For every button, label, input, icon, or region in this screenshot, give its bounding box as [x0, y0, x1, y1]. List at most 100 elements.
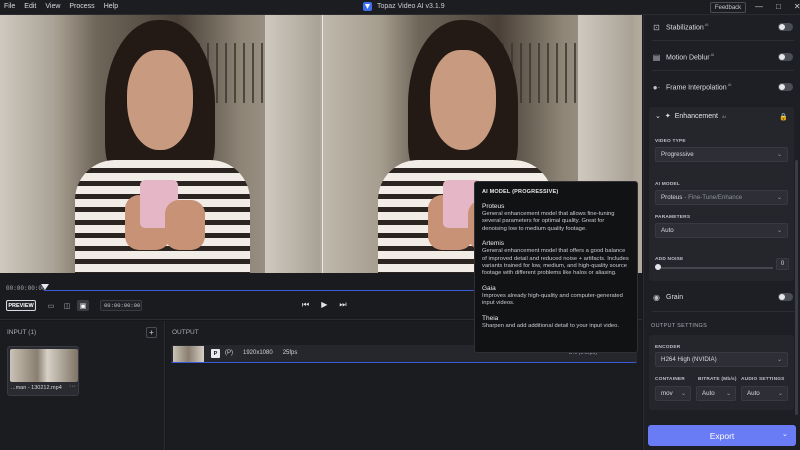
tooltip-item-theia: Theia Sharpen and add additional detail … — [482, 315, 630, 330]
topaz-logo-icon — [363, 2, 372, 11]
video-type-label: VIDEO TYPE — [655, 139, 686, 144]
tooltip-item-name: Artemis — [482, 240, 505, 248]
grain-row[interactable]: ◉ Grain — [652, 289, 794, 305]
title-bar: File Edit View Process Help Topaz Video … — [0, 0, 800, 15]
container-select[interactable]: mov ⌄ — [655, 386, 691, 401]
timecode-input[interactable]: 00:00:00:00 — [100, 300, 142, 311]
chevron-down-icon[interactable]: ⌄ — [655, 112, 661, 120]
ai-sup: AI — [710, 52, 715, 58]
input-panel: INPUT (1) + ...man - 130212.mp4 ··· — [0, 321, 165, 450]
motion-deblur-row[interactable]: ▤ Motion DeblurAI — [652, 49, 794, 65]
next-frame-icon[interactable]: ⏭ — [339, 300, 346, 310]
grain-icon: ◉ — [653, 292, 660, 302]
video-type-value: Progressive — [661, 151, 694, 158]
feedback-button[interactable]: Feedback — [710, 2, 746, 13]
output-settings-section: ENCODER H264 High (NVIDIA) ⌄ CONTAINER B… — [649, 335, 794, 410]
output-resolution: 1920x1080 — [243, 350, 273, 356]
audio-settings-label: AUDIO SETTINGS — [741, 377, 785, 382]
add-noise-input[interactable]: 0 — [776, 258, 789, 270]
ai-model-select[interactable]: Proteus - Fine-Tune/Enhance ⌄ — [655, 190, 788, 205]
preview-button[interactable]: PREVIEW — [6, 300, 36, 311]
ai-model-value: Proteus — [661, 194, 683, 201]
stabilization-label: Stabilization — [666, 24, 704, 32]
play-icon[interactable]: ▶ — [321, 300, 327, 310]
sparkle-icon: ✦ — [664, 113, 671, 120]
frame-interpolation-label: Frame Interpolation — [666, 84, 727, 92]
menu-file[interactable]: File — [4, 3, 15, 10]
tooltip-item-name: Proteus — [482, 203, 505, 210]
sidebar-scrollbar[interactable] — [795, 160, 798, 415]
grain-label: Grain — [666, 293, 684, 301]
menu-view[interactable]: View — [45, 3, 60, 10]
frame-interpolation-row[interactable]: ●· Frame InterpolationAI — [652, 79, 794, 95]
encoder-label: ENCODER — [655, 345, 681, 350]
output-meta: (P) 1920x1080 25fps — [225, 350, 297, 356]
enhancement-label: Enhancement — [674, 112, 718, 120]
chevron-down-icon: ⌄ — [777, 391, 783, 397]
side-by-side-view-icon[interactable]: ▣ — [77, 300, 89, 311]
ai-model-variant: - Fine-Tune/Enhance — [684, 194, 743, 201]
minimize-icon[interactable]: — — [755, 2, 763, 11]
app-title: Topaz Video AI v3.1.9 — [363, 2, 445, 11]
maximize-icon[interactable]: □ — [776, 2, 781, 11]
lock-icon[interactable]: 🔒 — [779, 113, 788, 121]
clip-name: ...man - 130212.mp4 — [11, 385, 62, 391]
start-timecode: 00:00:00:00 — [6, 285, 46, 292]
chevron-down-icon: ⌄ — [776, 152, 782, 158]
app-title-text: Topaz Video AI v3.1.9 — [377, 3, 445, 10]
ai-sup: AI — [704, 22, 709, 28]
encoder-select[interactable]: H264 High (NVIDIA) ⌄ — [655, 352, 788, 367]
add-noise-slider-handle[interactable] — [655, 264, 661, 270]
tooltip-item-desc: Improves already high-quality and comput… — [482, 292, 623, 307]
tooltip-item-name: Gaia — [482, 284, 496, 292]
parameters-select[interactable]: Auto ⌄ — [655, 223, 788, 238]
menu-edit[interactable]: Edit — [24, 3, 36, 10]
enhancement-header[interactable]: ⌄ ✦ Enhancement AI — [655, 112, 726, 121]
stabilization-row[interactable]: ⊡ StabilizationAI — [652, 19, 794, 35]
ai-sup: AI — [727, 82, 732, 88]
video-type-select[interactable]: Progressive ⌄ — [655, 147, 788, 162]
export-button[interactable]: Export — [648, 425, 796, 446]
add-noise-label: ADD NOISE — [655, 257, 684, 262]
single-view-icon[interactable]: ▭ — [45, 300, 57, 311]
output-settings-title: OUTPUT SETTINGS — [651, 323, 708, 329]
output-fps: 25fps — [282, 350, 298, 356]
encoder-value: H264 High (NVIDIA) — [661, 356, 717, 363]
stabilization-toggle[interactable] — [778, 23, 793, 31]
export-dropdown-chevron-icon[interactable]: ⌄ — [782, 430, 788, 438]
container-value: mov — [661, 390, 673, 397]
transport-controls: ⏮ ▶ ⏭ — [302, 300, 347, 310]
output-badge: P — [211, 349, 220, 358]
menu-process[interactable]: Process — [69, 3, 94, 10]
audio-settings-value: Auto — [747, 390, 760, 397]
playhead-handle[interactable] — [41, 284, 49, 290]
add-noise-slider[interactable] — [657, 267, 773, 269]
chevron-down-icon: ⌄ — [776, 195, 782, 201]
bitrate-select[interactable]: Auto ⌄ — [696, 386, 736, 401]
menu-help[interactable]: Help — [104, 3, 118, 10]
parameters-value: Auto — [661, 227, 674, 234]
tooltip-item-name: Theia — [482, 314, 499, 322]
stabilization-icon: ⊡ — [653, 22, 660, 32]
tooltip-item-desc: Sharpen and add additional detail to you… — [482, 322, 619, 329]
original-preview-pane — [0, 15, 322, 273]
motion-deblur-toggle[interactable] — [778, 53, 793, 61]
tooltip-item-desc: General enhancement model that allows fi… — [482, 211, 615, 232]
frame-interpolation-toggle[interactable] — [778, 83, 793, 91]
output-mode: (P) — [225, 350, 233, 356]
close-icon[interactable]: ✕ — [794, 2, 800, 11]
input-clip-card[interactable]: ...man - 130212.mp4 ··· — [7, 346, 79, 396]
input-header: INPUT (1) — [7, 329, 37, 336]
audio-settings-select[interactable]: Auto ⌄ — [741, 386, 788, 401]
tooltip-title: AI MODEL (PROGRESSIVE) — [482, 189, 559, 195]
clip-thumbnail — [10, 349, 78, 382]
motion-deblur-label: Motion Deblur — [666, 54, 710, 62]
previous-frame-icon[interactable]: ⏮ — [302, 300, 309, 310]
clip-more-icon[interactable]: ··· — [69, 383, 76, 390]
grain-toggle[interactable] — [778, 293, 793, 301]
motion-deblur-icon: ▤ — [652, 52, 661, 62]
tooltip-item-proteus: Proteus General enhancement model that a… — [482, 203, 630, 233]
add-input-button[interactable]: + — [146, 327, 157, 338]
split-view-icon[interactable]: ◫ — [61, 300, 73, 311]
output-thumbnail — [173, 346, 204, 362]
